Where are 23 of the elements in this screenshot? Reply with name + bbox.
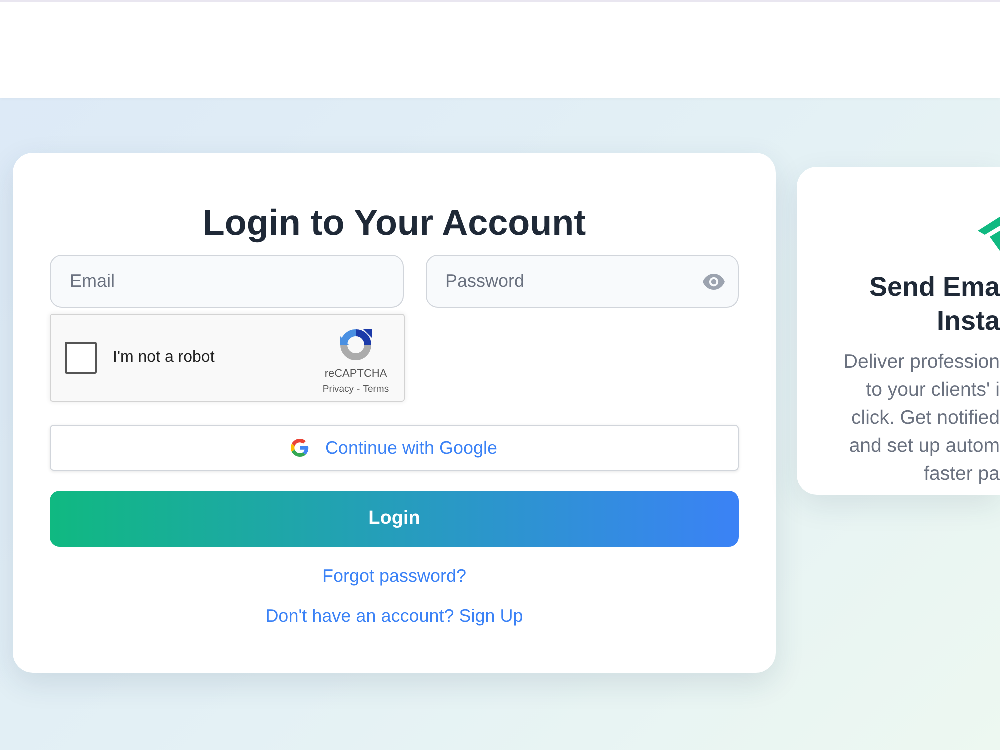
feature-description: to your clients' i <box>866 378 1000 403</box>
email-field[interactable]: Email <box>50 255 404 308</box>
captcha-checkbox[interactable] <box>65 342 97 374</box>
login-button[interactable]: Login <box>50 491 739 547</box>
paper-plane-icon <box>978 215 1000 251</box>
feature-description: Deliver profession <box>844 350 1000 375</box>
captcha-label: I'm not a robot <box>113 349 216 367</box>
login-title: Login to Your Account <box>202 201 588 245</box>
recaptcha-logo-icon <box>339 328 373 362</box>
link-separator: - <box>357 383 360 396</box>
feature-heading: Send Ema <box>869 271 1000 304</box>
feature-description: and set up autom <box>849 434 1000 459</box>
google-logo-icon <box>291 439 310 457</box>
recaptcha-label: reCAPTCHA <box>324 368 388 381</box>
feature-description: click. Get notified <box>852 406 1000 431</box>
privacy-link[interactable]: Privacy <box>322 383 354 396</box>
feature-heading: Insta <box>936 305 1000 338</box>
google-sign-in-button[interactable]: Continue with Google <box>50 425 739 471</box>
sign-up-link[interactable]: Don't have an account? Sign Up <box>266 605 524 627</box>
forgot-password-link[interactable]: Forgot password? <box>322 565 467 587</box>
terms-link[interactable]: Terms <box>363 383 390 396</box>
password-field[interactable]: Password <box>426 255 739 308</box>
feature-description: faster pa <box>924 462 1000 487</box>
